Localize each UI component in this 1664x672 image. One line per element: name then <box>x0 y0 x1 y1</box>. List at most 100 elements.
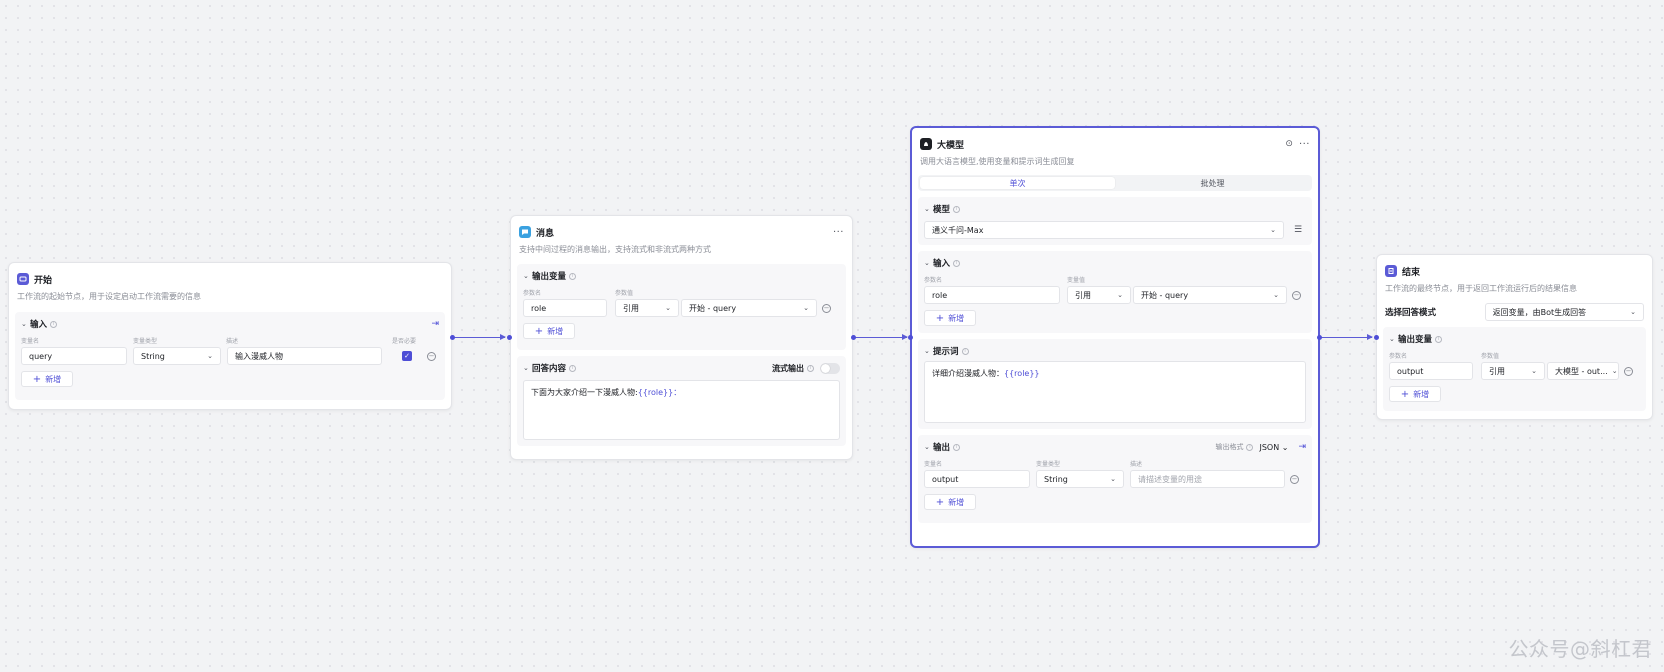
col-var-type: 变量类型 <box>133 338 158 345</box>
chevron-down-icon[interactable]: ⌄ <box>1389 335 1398 343</box>
start-var-desc-input[interactable]: 输入漫威人物 <box>227 347 382 365</box>
more-icon[interactable]: ··· <box>833 227 844 238</box>
chevron-down-icon[interactable]: ⌄ <box>924 443 933 451</box>
message-add-label: 新增 <box>547 326 564 336</box>
llm-output-type-select[interactable]: String ⌄ <box>1036 470 1124 488</box>
stream-output-label: 流式输出 <box>772 363 804 373</box>
chevron-down-icon[interactable]: ⌄ <box>924 347 933 355</box>
export-icon[interactable]: ⇥ <box>1298 442 1306 452</box>
llm-input-port[interactable] <box>908 335 913 340</box>
llm-value-select[interactable]: 开始 - query ⌄ <box>1133 286 1287 304</box>
message-output-port[interactable] <box>851 335 856 340</box>
end-mode-ref-select[interactable]: 引用 ⌄ <box>1481 362 1545 380</box>
answer-var: {{role}}： <box>637 388 682 397</box>
end-param-name-input[interactable]: output <box>1389 362 1473 380</box>
end-input-port[interactable] <box>1374 335 1379 340</box>
chevron-down-icon[interactable]: ⌄ <box>523 272 532 280</box>
info-icon: i <box>50 320 58 328</box>
message-value: 开始 - query <box>689 303 737 313</box>
col-var-type: 变量类型 <box>1036 461 1061 468</box>
llm-output-label: 输出 <box>933 443 951 453</box>
message-desc: 支持中间过程的消息输出，支持流式和非流式两种方式 <box>519 245 711 254</box>
chevron-down-icon[interactable]: ⌄ <box>924 205 933 213</box>
end-node[interactable]: 结束 工作流的最终节点，用于返回工作流运行后的结果信息 选择回答模式 返回变量，… <box>1376 254 1653 420</box>
col-param-value: 参数值 <box>615 290 634 297</box>
tab-single[interactable]: 单次 <box>920 177 1115 189</box>
end-desc: 工作流的最终节点，用于返回工作流运行后的结果信息 <box>1385 284 1577 293</box>
remove-row-icon[interactable]: − <box>822 303 831 313</box>
message-mode-value: 引用 <box>623 303 639 313</box>
message-value-select[interactable]: 开始 - query ⌄ <box>681 299 817 317</box>
watermark: 公众号@斜杠君 <box>1508 637 1652 661</box>
llm-model-select[interactable]: 通义千问-Max ⌄ <box>924 221 1284 239</box>
more-icon[interactable]: ··· <box>1299 139 1310 150</box>
chevron-down-icon[interactable]: ⌄ <box>523 364 532 372</box>
col-param-name: 参数名 <box>924 277 943 284</box>
llm-mode-tabs: 单次 批处理 <box>918 175 1312 191</box>
info-icon: i <box>569 272 577 280</box>
end-output-label: 输出变量 <box>1398 335 1433 345</box>
message-mode-select[interactable]: 引用 ⌄ <box>615 299 679 317</box>
message-input-port[interactable] <box>507 335 512 340</box>
info-icon: i <box>1246 443 1254 451</box>
end-mode-select[interactable]: 返回变量，由Bot生成回答 ⌄ <box>1484 303 1644 321</box>
output-format-select[interactable]: JSON ⌄ <box>1259 443 1288 452</box>
answer-text: 下面为大家介绍一下漫威人物: <box>531 388 638 397</box>
chevron-down-icon: ⌄ <box>207 352 213 360</box>
info-icon: i <box>569 364 577 372</box>
tab-batch[interactable]: 批处理 <box>1115 177 1310 189</box>
message-title: 消息 <box>536 228 555 239</box>
col-var-name: 变量名 <box>21 338 40 345</box>
required-checkbox[interactable]: ✓ <box>402 351 412 361</box>
start-var-type-select[interactable]: String ⌄ <box>133 347 221 365</box>
llm-prompt-textarea[interactable]: 详细介绍漫威人物：{{role}} <box>924 361 1306 423</box>
edge-message-llm <box>855 334 908 340</box>
llm-output-desc-input[interactable]: 请描述变量的用途 <box>1130 470 1285 488</box>
settings-sliders-icon[interactable]: ☰ <box>1294 225 1302 235</box>
message-answer-textarea[interactable]: 下面为大家介绍一下漫威人物:{{role}}： <box>523 380 840 440</box>
start-input-section: ⌄ 输入 i ⇥ 变量名 变量类型 描述 是否必要 query String ⌄… <box>15 312 445 400</box>
chevron-down-icon: ⌄ <box>1270 226 1276 234</box>
chevron-down-icon: ⌄ <box>1273 291 1279 299</box>
end-node-header: 结束 <box>1385 264 1644 278</box>
remove-row-icon[interactable]: − <box>427 351 436 361</box>
chevron-down-icon[interactable]: ⌄ <box>21 320 30 328</box>
llm-mode-select[interactable]: 引用 ⌄ <box>1067 286 1131 304</box>
end-icon <box>1385 265 1397 277</box>
llm-prompt-section: ⌄ 提示词 i 详细介绍漫威人物：{{role}} <box>918 339 1312 429</box>
llm-output-name-input[interactable]: output <box>924 470 1030 488</box>
end-add-button[interactable]: + 新增 <box>1389 386 1441 402</box>
start-output-port[interactable] <box>450 335 455 340</box>
edge-llm-end <box>1320 334 1373 340</box>
col-param-name: 参数名 <box>1389 353 1408 360</box>
message-add-button[interactable]: + 新增 <box>523 323 575 339</box>
end-mode-label: 选择回答模式 <box>1385 308 1437 318</box>
llm-param-name-input[interactable]: role <box>924 286 1060 304</box>
start-desc: 工作流的起始节点，用于设定启动工作流需要的信息 <box>17 292 201 301</box>
llm-add-output-label: 新增 <box>948 497 965 507</box>
llm-model-label: 模型 <box>933 205 951 215</box>
export-icon[interactable]: ⇥ <box>431 319 439 329</box>
llm-node[interactable]: 大模型 ⊙ ··· 调用大语言模型,使用变量和提示词生成回复 单次 批处理 ⌄ … <box>910 126 1320 548</box>
start-add-button[interactable]: + 新增 <box>21 371 73 387</box>
llm-add-output-button[interactable]: + 新增 <box>924 494 976 510</box>
chevron-down-icon[interactable]: ⌄ <box>924 259 933 267</box>
remove-row-icon[interactable]: − <box>1624 366 1633 376</box>
run-icon[interactable]: ⊙ <box>1285 139 1293 149</box>
llm-add-label: 新增 <box>948 313 965 323</box>
end-value-select[interactable]: 大模型 - out... ⌄ <box>1547 362 1619 380</box>
prompt-text: 详细介绍漫威人物： <box>932 369 1004 378</box>
prompt-var: {{role}} <box>1004 369 1040 378</box>
info-icon: i <box>953 443 961 451</box>
message-node[interactable]: 消息 ··· 支持中间过程的消息输出，支持流式和非流式两种方式 ⌄ 输出变量 i… <box>510 215 853 460</box>
remove-row-icon[interactable]: − <box>1292 290 1301 300</box>
remove-row-icon[interactable]: − <box>1290 474 1299 484</box>
start-var-name-input[interactable]: query <box>21 347 127 365</box>
chevron-down-icon: ⌄ <box>1117 291 1123 299</box>
message-icon <box>519 226 531 238</box>
stream-output-toggle[interactable] <box>820 362 840 374</box>
message-param-name-input[interactable]: role <box>523 299 607 317</box>
llm-add-input-button[interactable]: + 新增 <box>924 310 976 326</box>
llm-output-port[interactable] <box>1317 335 1322 340</box>
start-node[interactable]: 开始 工作流的起始节点，用于设定启动工作流需要的信息 ⌄ 输入 i ⇥ 变量名 … <box>8 262 452 410</box>
